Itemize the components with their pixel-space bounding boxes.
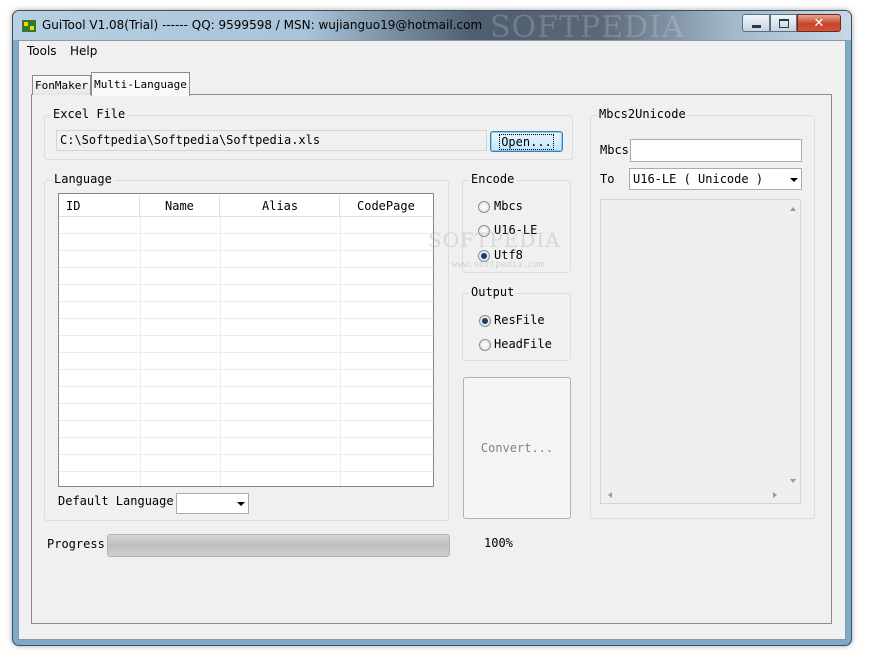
open-button-label: Open... <box>499 133 554 150</box>
close-icon: ✕ <box>813 15 825 31</box>
column-header-alias[interactable]: Alias <box>262 196 298 216</box>
default-language-select[interactable] <box>176 493 249 514</box>
progress-bar <box>107 534 450 557</box>
column-header-codepage[interactable]: CodePage <box>357 196 415 216</box>
output-resfile-radio[interactable] <box>479 315 491 327</box>
progress-percent: 100% <box>484 536 513 550</box>
close-button[interactable]: ✕ <box>797 14 841 32</box>
maximize-icon <box>778 18 789 28</box>
softpedia-watermark-url: www.softpedia.com <box>452 260 545 270</box>
progress-fill <box>108 535 449 556</box>
grid-row-line <box>59 369 433 370</box>
menu-help[interactable]: Help <box>70 44 97 58</box>
mbcs2unicode-label: Mbcs2Unicode <box>597 107 688 121</box>
grid-row-line <box>59 403 433 404</box>
menu-tools[interactable]: Tools <box>27 44 57 58</box>
column-header-id[interactable]: ID <box>66 196 80 216</box>
grid-row-line <box>59 284 433 285</box>
grid-row-line <box>59 386 433 387</box>
horizontal-scrollbar[interactable] <box>601 488 786 503</box>
grid-row-line <box>59 318 433 319</box>
unicode-output-box[interactable] <box>600 199 801 504</box>
column-separator[interactable] <box>219 196 220 216</box>
grid-row-line <box>59 250 433 251</box>
minimize-icon <box>751 24 761 28</box>
column-header-name[interactable]: Name <box>165 196 194 216</box>
grid-row-line <box>59 267 433 268</box>
tab-fonmaker[interactable]: FonMaker <box>32 75 91 95</box>
window-title: GuiTool V1.08(Trial) ------ QQ: 9599598 … <box>42 18 483 32</box>
progress-label: Progress <box>47 537 105 551</box>
scroll-right-icon[interactable] <box>773 492 777 498</box>
tab-multi-language[interactable]: Multi-Language <box>91 72 190 96</box>
default-language-label: Default Language <box>58 494 174 508</box>
grid-row-line <box>59 233 433 234</box>
grid-row-line <box>59 437 433 438</box>
column-separator[interactable] <box>139 196 140 216</box>
softpedia-watermark: SOFTPEDIA <box>428 228 561 252</box>
chevron-down-icon <box>237 502 245 506</box>
scroll-up-icon[interactable] <box>790 207 796 211</box>
to-encoding-value: U16-LE ( Unicode ) <box>633 172 764 186</box>
output-headfile-radio[interactable] <box>479 339 491 351</box>
chevron-down-icon <box>790 178 798 182</box>
grid-row-line <box>59 471 433 472</box>
mbcs-input[interactable] <box>630 139 802 162</box>
open-button[interactable]: Open... <box>490 131 563 152</box>
scroll-left-icon[interactable] <box>608 492 612 498</box>
convert-button[interactable]: Convert... <box>463 377 571 519</box>
column-separator[interactable] <box>339 196 340 216</box>
excel-file-label: Excel File <box>51 107 128 121</box>
to-encoding-select[interactable]: U16-LE ( Unicode ) <box>629 168 802 190</box>
excel-path-field[interactable]: C:\Softpedia\Softpedia\Softpedia.xls <box>56 130 487 151</box>
mbcs-label: Mbcs <box>600 143 629 157</box>
minimize-button[interactable] <box>742 14 770 32</box>
encode-label: Encode <box>469 172 517 186</box>
grid-row-line <box>59 352 433 353</box>
language-label: Language <box>52 172 114 186</box>
grid-row-line <box>59 420 433 421</box>
output-headfile-label[interactable]: HeadFile <box>494 337 552 351</box>
convert-button-label: Convert... <box>480 441 554 455</box>
grid-row-line <box>59 301 433 302</box>
maximize-button[interactable] <box>770 14 797 32</box>
to-label: To <box>600 172 615 186</box>
encode-mbcs-radio[interactable] <box>478 201 490 213</box>
output-label: Output <box>469 285 517 299</box>
language-list[interactable] <box>58 193 434 487</box>
vertical-scrollbar[interactable] <box>786 200 801 488</box>
scroll-down-icon[interactable] <box>790 479 796 483</box>
encode-mbcs-label[interactable]: Mbcs <box>494 199 523 213</box>
grid-row-line <box>59 454 433 455</box>
output-resfile-label[interactable]: ResFile <box>494 313 545 327</box>
header-divider <box>59 216 433 217</box>
app-icon[interactable] <box>21 18 37 34</box>
grid-row-line <box>59 335 433 336</box>
